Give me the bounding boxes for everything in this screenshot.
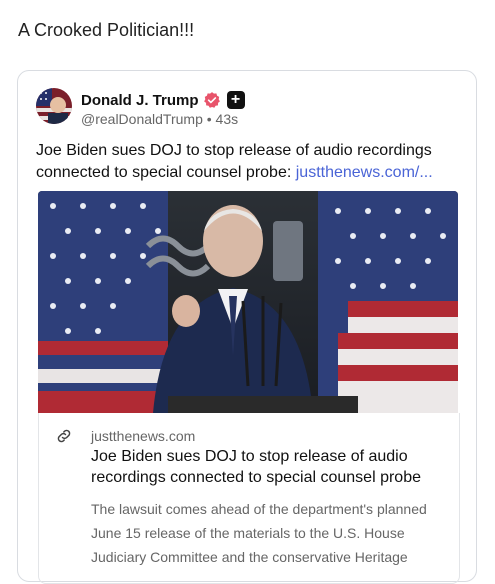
link-icon (57, 429, 71, 443)
post-body: Joe Biden sues DOJ to stop release of au… (36, 140, 461, 184)
plus-icon[interactable]: + (226, 91, 245, 109)
meta-separator: • (206, 111, 212, 127)
post-link[interactable]: justthenews.com/... (296, 164, 433, 181)
link-preview-image[interactable] (38, 191, 458, 413)
author-name[interactable]: Donald J. Trump (81, 92, 199, 109)
link-description: The lawsuit comes ahead of the departmen… (91, 501, 427, 565)
verified-badge-icon (203, 92, 220, 108)
quoted-post-card[interactable]: Donald J. Trump + @realDonaldTrump • 43s… (17, 70, 477, 584)
link-domain: justthenews.com (91, 428, 196, 444)
post-caption: A Crooked Politician!!! (18, 20, 195, 40)
link-title[interactable]: Joe Biden sues DOJ to stop release of au… (91, 446, 451, 488)
author-name-row: Donald J. Trump + (81, 91, 245, 109)
author-meta: @realDonaldTrump • 43s (81, 111, 238, 127)
link-preview-card[interactable]: justthenews.com Joe Biden sues DOJ to st… (38, 413, 460, 584)
author-handle[interactable]: @realDonaldTrump (81, 111, 203, 127)
author-avatar[interactable] (36, 88, 72, 124)
post-time[interactable]: 43s (216, 111, 239, 127)
